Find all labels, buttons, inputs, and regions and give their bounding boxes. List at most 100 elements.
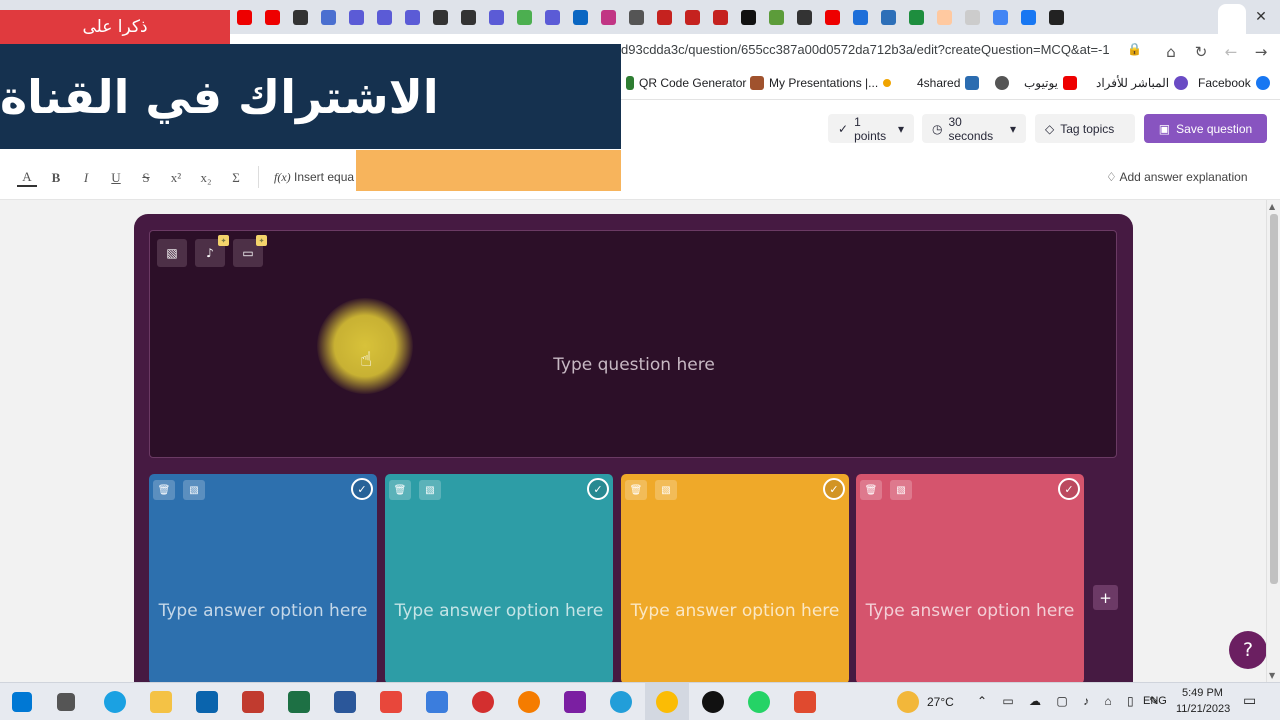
file-explorer-icon[interactable] bbox=[150, 691, 172, 713]
browser-tab-icon[interactable] bbox=[482, 3, 510, 31]
image-icon[interactable]: ▧ bbox=[183, 480, 205, 500]
browser-tab-icon[interactable] bbox=[986, 3, 1014, 31]
bookmark-bank[interactable]: المباشر للأفراد bbox=[1096, 76, 1189, 90]
task-view-icon[interactable] bbox=[57, 693, 75, 711]
bookmark-4shared[interactable]: 4shared bbox=[917, 76, 980, 90]
bold-button[interactable]: B bbox=[46, 169, 66, 187]
tag-topics-button[interactable]: ◇ Tag topics bbox=[1035, 114, 1135, 143]
image-icon[interactable]: ▧ bbox=[655, 480, 677, 500]
app-icon[interactable] bbox=[564, 691, 586, 713]
delete-icon[interactable]: 🗑 bbox=[625, 480, 647, 500]
italic-button[interactable]: I bbox=[76, 169, 96, 187]
image-icon[interactable]: ▧ bbox=[419, 480, 441, 500]
image-icon[interactable]: ▧ bbox=[157, 239, 187, 267]
points-dropdown[interactable]: ✓ 1 points ▾ bbox=[828, 114, 914, 143]
add-option-button[interactable]: + bbox=[1093, 585, 1118, 610]
temperature[interactable]: 27°C bbox=[927, 695, 954, 709]
back-icon[interactable]: ← bbox=[1220, 41, 1242, 63]
app-icon[interactable] bbox=[794, 691, 816, 713]
firefox-icon[interactable] bbox=[518, 691, 540, 713]
browser-tab-icon[interactable] bbox=[650, 3, 678, 31]
browser-tab-icon[interactable] bbox=[902, 3, 930, 31]
whatsapp-icon[interactable] bbox=[748, 691, 770, 713]
browser-tab-icon[interactable] bbox=[566, 3, 594, 31]
word-icon[interactable] bbox=[334, 691, 356, 713]
app-icon[interactable] bbox=[380, 691, 402, 713]
browser-tab-icon[interactable] bbox=[1042, 3, 1070, 31]
correct-answer-toggle[interactable]: ✓ bbox=[1058, 478, 1080, 500]
tray-icons[interactable]: ⌃ ▭ ☁ ▢ ♪ ⌂ ▯ ✎ bbox=[977, 694, 1165, 708]
browser-tab-icon[interactable] bbox=[930, 3, 958, 31]
browser-tab-icon[interactable] bbox=[846, 3, 874, 31]
bookmark-facebook[interactable]: Facebook bbox=[1198, 76, 1270, 90]
app-icon[interactable] bbox=[242, 691, 264, 713]
answer-option-3[interactable]: 🗑 ▧ ✓ Type answer option here bbox=[621, 474, 849, 684]
lock-icon[interactable]: 🔒 bbox=[1127, 42, 1142, 56]
sigma-button[interactable]: Σ bbox=[226, 169, 246, 187]
windows-start-icon[interactable] bbox=[12, 692, 32, 712]
store-icon[interactable] bbox=[426, 691, 448, 713]
bookmark-globe[interactable] bbox=[995, 76, 1009, 90]
browser-tab-icon[interactable] bbox=[594, 3, 622, 31]
insert-equation-button[interactable]: f(x) Insert equa bbox=[274, 170, 354, 185]
browser-tab-icon[interactable] bbox=[790, 3, 818, 31]
time-dropdown[interactable]: ◷ 30 seconds ▾ bbox=[922, 114, 1026, 143]
mail-icon[interactable] bbox=[196, 691, 218, 713]
save-question-button[interactable]: ▣ Save question bbox=[1144, 114, 1267, 143]
browser-tab-icon[interactable] bbox=[706, 3, 734, 31]
page-scrollbar[interactable]: ▲ ▼ bbox=[1266, 200, 1280, 682]
help-button[interactable]: ? bbox=[1229, 631, 1267, 669]
weather-icon[interactable] bbox=[897, 691, 919, 713]
opera-icon[interactable] bbox=[472, 691, 494, 713]
browser-tab-icon[interactable] bbox=[398, 3, 426, 31]
delete-icon[interactable]: 🗑 bbox=[389, 480, 411, 500]
language-indicator[interactable]: ENG bbox=[1143, 695, 1167, 707]
add-explanation-button[interactable]: ♢ Add answer explanation bbox=[1106, 170, 1248, 184]
bookmark-presentations[interactable]: My Presentations |... bbox=[750, 76, 892, 90]
browser-tab-icon[interactable] bbox=[958, 3, 986, 31]
correct-answer-toggle[interactable]: ✓ bbox=[351, 478, 373, 500]
scrollbar-thumb[interactable] bbox=[1270, 214, 1278, 584]
browser-tab-icon[interactable] bbox=[538, 3, 566, 31]
clock-time[interactable]: 5:49 PM bbox=[1182, 687, 1223, 699]
notification-icon[interactable]: ▭ bbox=[1243, 692, 1256, 709]
browser-tab-icon[interactable] bbox=[370, 3, 398, 31]
answer-option-1[interactable]: 🗑 ▧ ✓ Type answer option here bbox=[149, 474, 377, 684]
subscript-button[interactable]: x₂ bbox=[196, 169, 216, 187]
clock-date[interactable]: 11/21/2023 bbox=[1176, 703, 1230, 715]
edge-icon[interactable] bbox=[104, 691, 126, 713]
active-tab[interactable] bbox=[1218, 4, 1246, 34]
home-icon[interactable]: ⌂ bbox=[1160, 41, 1182, 63]
browser-tab-icon[interactable] bbox=[230, 3, 258, 31]
strikethrough-button[interactable]: S bbox=[136, 169, 156, 187]
forward-icon[interactable]: → bbox=[1250, 41, 1272, 63]
close-tab-icon[interactable]: ✕ bbox=[1250, 6, 1272, 28]
delete-icon[interactable]: 🗑 bbox=[860, 480, 882, 500]
reload-icon[interactable]: ↻ bbox=[1190, 41, 1212, 63]
browser-tab-icon[interactable] bbox=[622, 3, 650, 31]
bookmark-qr[interactable]: QR Code Generator bbox=[626, 76, 746, 90]
excel-icon[interactable] bbox=[288, 691, 310, 713]
chrome-icon[interactable] bbox=[656, 691, 678, 713]
tiktok-icon[interactable] bbox=[702, 691, 724, 713]
browser-tab-icon[interactable] bbox=[342, 3, 370, 31]
question-input[interactable]: ▧ ♪ ✦ ▭ ✦ Type question here bbox=[149, 230, 1117, 458]
browser-tab-icon[interactable] bbox=[454, 3, 482, 31]
browser-tab-icon[interactable] bbox=[678, 3, 706, 31]
browser-tab-icon[interactable] bbox=[286, 3, 314, 31]
answer-option-2[interactable]: 🗑 ▧ ✓ Type answer option here bbox=[385, 474, 613, 684]
answer-option-4[interactable]: 🗑 ▧ ✓ Type answer option here bbox=[856, 474, 1084, 684]
bookmark-youtube[interactable]: يوتيوب bbox=[1024, 76, 1077, 90]
browser-tab-icon[interactable] bbox=[1014, 3, 1042, 31]
correct-answer-toggle[interactable]: ✓ bbox=[587, 478, 609, 500]
underline-button[interactable]: U bbox=[106, 169, 126, 187]
browser-tab-icon[interactable] bbox=[818, 3, 846, 31]
browser-tab-icon[interactable] bbox=[874, 3, 902, 31]
browser-tab-icon[interactable] bbox=[762, 3, 790, 31]
superscript-button[interactable]: x² bbox=[166, 169, 186, 187]
delete-icon[interactable]: 🗑 bbox=[153, 480, 175, 500]
browser-tab-icon[interactable] bbox=[258, 3, 286, 31]
scroll-up-icon[interactable]: ▲ bbox=[1269, 202, 1275, 211]
browser-tab-icon[interactable] bbox=[314, 3, 342, 31]
browser-tab-icon[interactable] bbox=[510, 3, 538, 31]
